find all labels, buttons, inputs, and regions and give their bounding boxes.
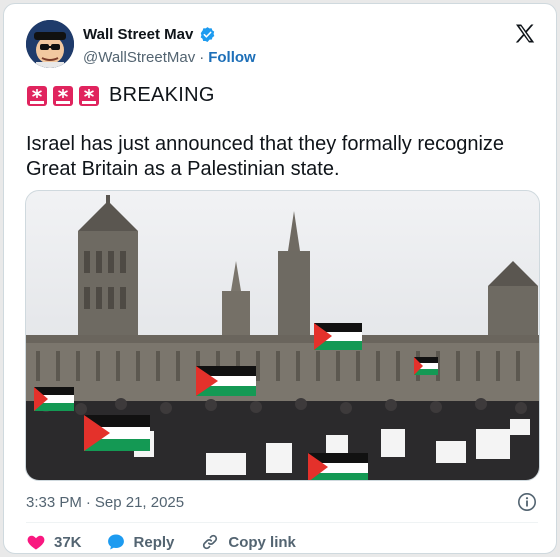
like-button[interactable]: 37K [26,532,82,552]
breaking-label: BREAKING [109,84,215,106]
action-bar: 37K Reply Copy link [26,532,296,552]
x-logo-icon[interactable] [513,22,537,46]
police-light-icon [27,85,47,106]
author-handle[interactable]: @WallStreetMav [83,49,195,66]
follow-button[interactable]: Follow [208,49,256,66]
post-photo[interactable] [25,190,540,481]
copy-link-label: Copy link [228,533,296,551]
police-light-icon [53,85,73,106]
police-light-icon [79,85,99,106]
heart-icon [27,535,45,550]
reply-bubble-icon [107,534,124,550]
reply-label: Reply [133,533,175,551]
copy-link-button[interactable]: Copy link [200,532,296,552]
reply-button[interactable]: Reply [106,532,175,552]
like-count: 37K [54,533,82,551]
avatar-image [26,20,74,68]
handle-separator: · [199,49,205,66]
verified-badge-icon [201,27,215,42]
avatar[interactable] [26,20,74,68]
author-name[interactable]: Wall Street Mav [83,26,193,43]
protest-photo-image [26,191,539,480]
tweet-card: Wall Street Mav @WallStreetMav · Follow [3,3,557,554]
info-icon[interactable] [517,492,537,512]
divider [26,522,538,523]
post-date[interactable]: Sep 21, 2025 [95,494,184,511]
post-text: Israel has just announced that they form… [26,133,505,180]
post-time[interactable]: 3:33 PM [26,494,82,511]
time-separator: · [85,494,91,511]
link-icon [203,534,218,550]
